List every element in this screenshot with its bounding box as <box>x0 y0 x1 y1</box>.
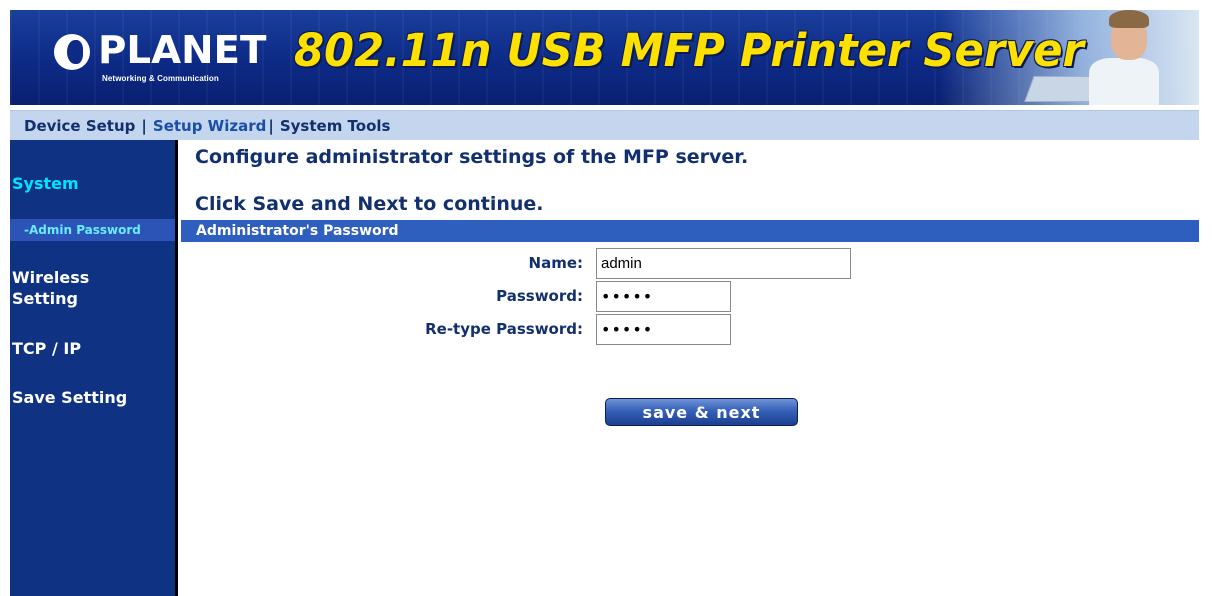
sidebar: System -Admin Password Wireless Setting … <box>10 140 178 596</box>
person-illustration <box>1089 10 1159 105</box>
top-navigation: Device Setup | Setup Wizard | System Too… <box>10 110 1199 140</box>
sidebar-item-wireless-setting[interactable]: Wireless Setting <box>10 267 130 309</box>
planet-logo: PLANET Networking & Communication <box>54 28 266 88</box>
name-label: Name: <box>528 254 583 272</box>
sidebar-item-tcp-ip[interactable]: TCP / IP <box>10 338 81 359</box>
planet-logo-icon <box>54 34 90 70</box>
header-banner: PLANET Networking & Communication 802.11… <box>10 10 1199 105</box>
product-title: 802.11n USB MFP Printer Server <box>294 24 1084 77</box>
main-content: Configure administrator settings of the … <box>181 140 1199 596</box>
intro-text: Configure administrator settings of the … <box>195 146 749 168</box>
logo-tagline: Networking & Communication <box>102 74 219 83</box>
password-label: Password: <box>496 287 583 305</box>
nav-separator: | <box>141 116 147 135</box>
save-and-next-button[interactable]: save & next <box>605 398 798 426</box>
nav-system-tools[interactable]: System Tools <box>280 117 391 135</box>
instruction-text: Click Save and Next to continue. <box>195 193 544 215</box>
nav-device-setup[interactable]: Device Setup <box>24 117 135 135</box>
sidebar-item-save-setting[interactable]: Save Setting <box>10 387 127 408</box>
name-input[interactable] <box>596 248 851 279</box>
logo-text: PLANET <box>98 28 267 72</box>
sidebar-item-system[interactable]: System <box>10 173 79 194</box>
section-title-bar: Administrator's Password <box>181 220 1199 242</box>
person-hair <box>1109 10 1149 28</box>
sidebar-item-admin-password[interactable]: -Admin Password <box>10 219 175 241</box>
person-body <box>1089 58 1159 105</box>
nav-separator: | <box>268 116 274 135</box>
password-input[interactable] <box>596 281 731 312</box>
retype-password-input[interactable] <box>596 314 731 345</box>
retype-password-label: Re-type Password: <box>425 320 583 338</box>
nav-setup-wizard[interactable]: Setup Wizard <box>153 117 266 135</box>
